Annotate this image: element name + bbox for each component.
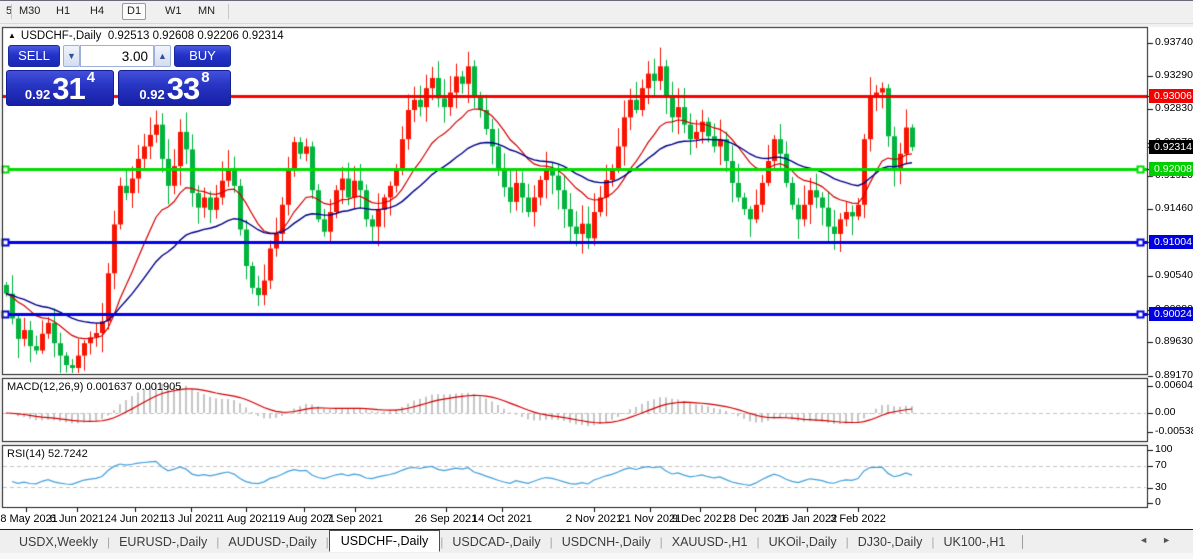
price-tick-label: 0.89630 [1155, 335, 1193, 347]
rsi-value: 52.7242 [48, 448, 88, 460]
timeframe-button-h1[interactable]: H1 [52, 3, 74, 20]
date-tick-label: 7 Sep 2021 [327, 513, 383, 525]
tab-eurusd-daily[interactable]: EURUSD-,Daily [110, 533, 216, 551]
chart-title: ▲ USDCHF-,Daily 0.92513 0.92608 0.92206 0… [8, 30, 284, 42]
price-line-badge: 0.90024 [1149, 307, 1193, 321]
buy-price-prefix: 0.92 [139, 86, 164, 103]
timeframe-button-m30[interactable]: M30 [15, 3, 44, 20]
price-tick-label: 0.93740 [1155, 36, 1193, 48]
price-tick-label: 0.93290 [1155, 69, 1193, 81]
date-tick-label: 13 Jul 2021 [163, 513, 220, 525]
bottom-strip [0, 553, 1193, 559]
price-tick-label: 70 [1155, 459, 1167, 471]
chart-ohlc-values: 0.92513 0.92608 0.92206 0.92314 [108, 30, 284, 42]
price-tick-label: 0.90540 [1155, 269, 1193, 281]
date-tick-label: 26 Sep 2021 [415, 513, 477, 525]
date-tick-label: 1 Aug 2021 [218, 513, 274, 525]
sell-price-point: 4 [87, 72, 95, 84]
date-tick-label: 24 Jun 2021 [105, 513, 166, 525]
one-click-trading-widget: SELL ▼ ▲ BUY 0.92314 0.92338 [6, 44, 232, 106]
buy-price-panel[interactable]: 0.92338 [118, 70, 231, 106]
macd-indicator-label: MACD(12,26,9) 0.001637 0.001905 [7, 381, 181, 393]
tab-audusd-daily[interactable]: AUDUSD-,Daily [219, 533, 325, 551]
date-tick-label: 9 Dec 2021 [672, 513, 728, 525]
price-tick-label: 30 [1155, 481, 1167, 493]
toolbar-divider [11, 4, 12, 19]
tab-dj30-daily[interactable]: DJ30-,Daily [849, 533, 932, 551]
price-line-badge: 0.92008 [1149, 162, 1193, 176]
timeframe-button-h4[interactable]: H4 [86, 3, 108, 20]
collapse-triangle-icon[interactable]: ▲ [8, 31, 16, 40]
date-tick-label: 6 Jun 2021 [50, 513, 104, 525]
date-tick-label: 3 Feb 2022 [830, 513, 886, 525]
tab-usdx-weekly[interactable]: USDX,Weekly [10, 533, 107, 551]
volume-input[interactable] [80, 45, 154, 67]
macd-values: 0.001637 0.001905 [86, 381, 181, 393]
tab-usdchf-daily[interactable]: USDCHF-,Daily [329, 530, 441, 552]
volume-decrease-button[interactable]: ▼ [63, 45, 80, 67]
chart-tab-bar: USDX,Weekly|EURUSD-,Daily|AUDUSD-,Daily|… [0, 529, 1193, 553]
price-line-badge: 0.91004 [1149, 235, 1193, 249]
price-tick-label: 0 [1155, 496, 1161, 508]
sell-price-panel[interactable]: 0.92314 [6, 70, 114, 106]
volume-increase-button[interactable]: ▲ [154, 45, 171, 67]
price-tick-label: 0.91460 [1155, 202, 1193, 214]
price-line-badge: 0.92314 [1149, 140, 1193, 154]
sell-button[interactable]: SELL [8, 45, 60, 67]
timeframe-button-mn[interactable]: MN [194, 3, 219, 20]
date-tick-label: 2 Nov 2021 [566, 513, 622, 525]
date-tick-label: 19 Aug 2021 [273, 513, 335, 525]
tab-scroll-arrows[interactable]: ◄► [1139, 535, 1185, 545]
tab-ukoil-daily[interactable]: UKOil-,Daily [760, 533, 846, 551]
date-tick-label: 14 Oct 2021 [472, 513, 532, 525]
buy-price-pips: 33 [167, 75, 199, 103]
sell-price-prefix: 0.92 [25, 86, 50, 103]
buy-button[interactable]: BUY [174, 45, 231, 67]
chart-symbol-label: USDCHF-,Daily [21, 30, 102, 42]
date-tick-label: 16 Jan 2022 [777, 513, 838, 525]
price-line-badge: 0.93006 [1149, 89, 1193, 103]
toolbar-divider [228, 4, 229, 19]
tab-uk100-h1[interactable]: UK100-,H1 [935, 533, 1015, 551]
tab-usdcnh-daily[interactable]: USDCNH-,Daily [553, 533, 660, 551]
price-tick-label: -0.005383 [1155, 425, 1193, 437]
tab-end-divider [1022, 535, 1023, 549]
rsi-indicator-label: RSI(14) 52.7242 [7, 448, 88, 460]
buy-price-point: 8 [201, 72, 209, 84]
price-tick-label: 0.92830 [1155, 102, 1193, 114]
price-tick-label: 0.00 [1155, 406, 1175, 418]
timeframe-button-5[interactable]: 5 [2, 3, 16, 20]
timeframe-button-d1[interactable]: D1 [122, 3, 146, 20]
tab-xauusd-h1[interactable]: XAUUSD-,H1 [663, 533, 757, 551]
sell-price-pips: 31 [52, 75, 84, 103]
timeframe-toolbar: 5M30 H1 H4 D1 W1 MN [0, 1, 1193, 24]
price-tick-label: 0.006045 [1155, 379, 1193, 391]
timeframe-button-w1[interactable]: W1 [161, 3, 186, 20]
tab-usdcad-daily[interactable]: USDCAD-,Daily [443, 533, 549, 551]
price-tick-label: 100 [1155, 443, 1173, 455]
